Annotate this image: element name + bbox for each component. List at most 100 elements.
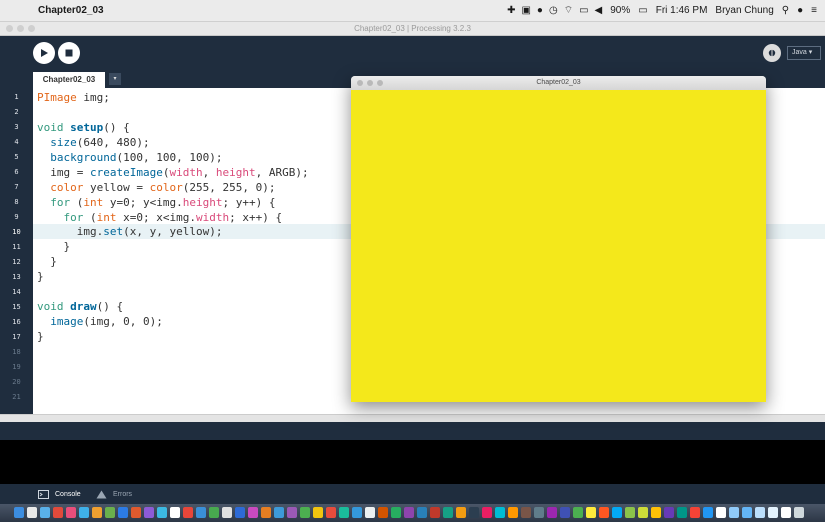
volume-icon[interactable]: ◀ (595, 5, 603, 16)
dock-app-icon[interactable] (599, 507, 609, 518)
wifi-icon[interactable]: ⌔ (564, 4, 573, 17)
code-line: color yellow = color(255, 255, 0); (37, 180, 275, 195)
close-icon[interactable] (6, 25, 13, 32)
dock-app-icon[interactable] (729, 507, 739, 518)
notification-center-icon[interactable]: ≡ (811, 5, 817, 16)
line-number: 14 (12, 288, 21, 296)
tray-app-icon[interactable]: ✚ (507, 5, 515, 16)
sketch-close-icon[interactable] (357, 80, 363, 86)
code-token: height (215, 166, 256, 179)
dock-app-icon[interactable] (443, 507, 453, 518)
user-name[interactable]: Bryan Chung (715, 5, 773, 16)
dock-app-icon[interactable] (560, 507, 570, 518)
dock-app-icon[interactable] (404, 507, 414, 518)
dock-app-icon[interactable] (53, 507, 63, 518)
mode-selector[interactable]: Java ▾ (787, 46, 821, 60)
dock-app-icon[interactable] (365, 507, 375, 518)
dock-app-icon[interactable] (66, 507, 76, 518)
dock-app-icon[interactable] (209, 507, 219, 518)
dock-app-icon[interactable] (274, 507, 284, 518)
battery-percent[interactable]: 90% (610, 5, 630, 16)
app-menu-name[interactable]: Chapter02_03 (38, 5, 104, 16)
dock-app-icon[interactable] (625, 507, 635, 518)
dock-app-icon[interactable] (768, 507, 778, 518)
dock-app-icon[interactable] (144, 507, 154, 518)
spotlight-icon[interactable]: ⚲ (782, 5, 789, 16)
dock-app-icon[interactable] (677, 507, 687, 518)
run-button[interactable] (33, 42, 55, 64)
sketch-title-bar[interactable]: Chapter02_03 (351, 76, 766, 90)
dock-app-icon[interactable] (391, 507, 401, 518)
dock-app-icon[interactable] (378, 507, 388, 518)
dock-app-icon[interactable] (313, 507, 323, 518)
dock-app-icon[interactable] (79, 507, 89, 518)
stop-button[interactable] (58, 42, 80, 64)
dock-app-icon[interactable] (534, 507, 544, 518)
dock-app-icon[interactable] (157, 507, 167, 518)
line-number: 5 (14, 153, 19, 161)
console-output[interactable] (0, 440, 825, 484)
battery-icon[interactable]: ▭ (638, 5, 647, 16)
dock-app-icon[interactable] (417, 507, 427, 518)
tray-circle-icon[interactable]: ● (537, 5, 543, 16)
dock-app-icon[interactable] (352, 507, 362, 518)
sketch-minimize-icon[interactable] (367, 80, 373, 86)
dock-app-icon[interactable] (170, 507, 180, 518)
dock-app-icon[interactable] (664, 507, 674, 518)
tab-errors[interactable]: Errors (96, 487, 132, 501)
dock-app-icon[interactable] (508, 507, 518, 518)
dock-app-icon[interactable] (456, 507, 466, 518)
dock-app-icon[interactable] (716, 507, 726, 518)
dock-app-icon[interactable] (482, 507, 492, 518)
dock-app-icon[interactable] (755, 507, 765, 518)
dock-app-icon[interactable] (105, 507, 115, 518)
dock-app-icon[interactable] (248, 507, 258, 518)
dock-app-icon[interactable] (27, 507, 37, 518)
dock-app-icon[interactable] (339, 507, 349, 518)
dock-app-icon[interactable] (469, 507, 479, 518)
dock-app-icon[interactable] (235, 507, 245, 518)
dock-app-icon[interactable] (183, 507, 193, 518)
dock-app-icon[interactable] (495, 507, 505, 518)
dock-app-icon[interactable] (287, 507, 297, 518)
dock-app-icon[interactable] (742, 507, 752, 518)
console-splitter[interactable] (0, 414, 825, 422)
sketch-canvas[interactable] (351, 90, 766, 402)
dock-app-icon[interactable] (651, 507, 661, 518)
airplay-icon[interactable]: ▭ (579, 5, 588, 16)
dock-app-icon[interactable] (794, 507, 804, 518)
dock-app-icon[interactable] (326, 507, 336, 518)
dock-app-icon[interactable] (14, 507, 24, 518)
tab-console[interactable]: Console (38, 487, 81, 501)
dock-app-icon[interactable] (547, 507, 557, 518)
debug-button[interactable] (763, 44, 781, 62)
dock-app-icon[interactable] (573, 507, 583, 518)
dock-app-icon[interactable] (300, 507, 310, 518)
sketch-zoom-icon[interactable] (377, 80, 383, 86)
dock-app-icon[interactable] (118, 507, 128, 518)
tray-box-icon[interactable]: ▣ (521, 5, 530, 16)
minimize-icon[interactable] (17, 25, 24, 32)
dock-app-icon[interactable] (521, 507, 531, 518)
dock-app-icon[interactable] (222, 507, 232, 518)
siri-icon[interactable]: ● (797, 5, 803, 16)
dock-app-icon[interactable] (430, 507, 440, 518)
time-machine-icon[interactable]: ◷ (549, 5, 558, 16)
line-number: 17 (12, 333, 21, 341)
dock-app-icon[interactable] (40, 507, 50, 518)
dock-app-icon[interactable] (92, 507, 102, 518)
tab-chapter02-03[interactable]: Chapter02_03 (33, 72, 105, 88)
dock-app-icon[interactable] (586, 507, 596, 518)
dock-app-icon[interactable] (261, 507, 271, 518)
dock-app-icon[interactable] (638, 507, 648, 518)
dock-app-icon[interactable] (131, 507, 141, 518)
dock-app-icon[interactable] (703, 507, 713, 518)
tab-menu-button[interactable]: ▾ (109, 73, 121, 85)
dock-app-icon[interactable] (690, 507, 700, 518)
menubar-clock[interactable]: Fri 1:46 PM (656, 5, 708, 16)
dock-app-icon[interactable] (612, 507, 622, 518)
dock-app-icon[interactable] (196, 507, 206, 518)
zoom-icon[interactable] (28, 25, 35, 32)
dock-app-icon[interactable] (781, 507, 791, 518)
